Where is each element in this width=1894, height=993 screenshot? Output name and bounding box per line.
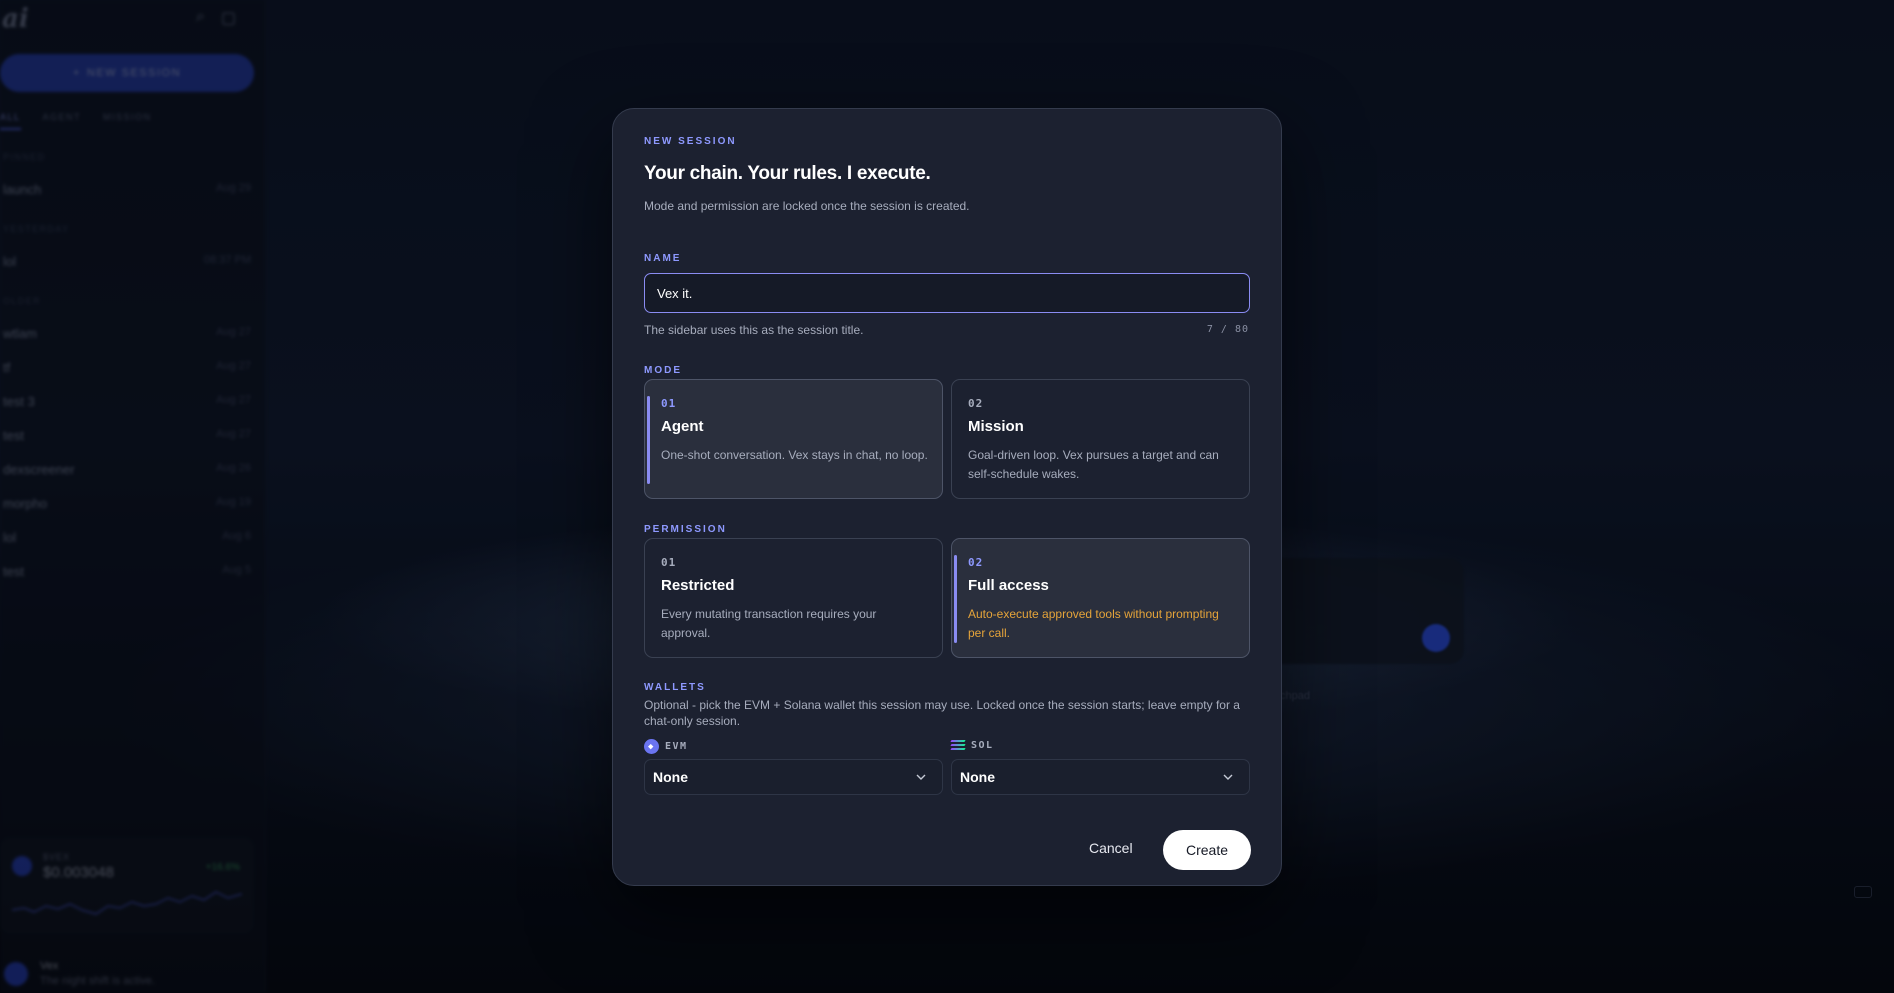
option-title: Full access [968,577,1049,594]
name-char-count: 7 / 80 [1206,324,1249,335]
option-description: Goal-driven loop. Vex pursues a target a… [968,448,1219,481]
option-title: Agent [661,418,704,435]
permission-label: PERMISSION [644,524,727,535]
ethereum-icon: ◆ [644,739,659,754]
permission-option-full-access[interactable]: 02 Full access Auto-execute approved too… [951,538,1250,658]
mode-option-mission[interactable]: 02 Mission Goal-driven loop. Vex pursues… [951,379,1250,499]
sol-wallet-select[interactable]: None [951,759,1250,795]
chevron-down-icon [916,774,926,780]
wallets-label: WALLETS [644,682,706,693]
modal-subtitle: Mode and permission are locked once the … [644,199,970,213]
option-title: Restricted [661,577,735,594]
modal-title: Your chain. Your rules. I execute. [644,163,931,184]
create-button[interactable]: Create [1163,830,1251,870]
session-name-input[interactable] [644,273,1250,313]
name-label: NAME [644,253,682,264]
wallets-help-text: Optional - pick the EVM + Solana wallet … [644,698,1240,728]
sol-wallet-label: SOL [950,739,994,751]
new-session-modal: NEW SESSION Your chain. Your rules. I ex… [612,108,1282,886]
selected-indicator [647,396,650,484]
option-warning-description: Auto-execute approved tools without prom… [968,607,1219,640]
option-title: Mission [968,418,1024,435]
chevron-down-icon [1223,774,1233,780]
selected-indicator [954,555,957,643]
cancel-button[interactable]: Cancel [1089,840,1133,856]
modal-eyebrow: NEW SESSION [644,136,737,147]
option-description: One-shot conversation. Vex stays in chat… [661,448,928,462]
permission-option-restricted[interactable]: 01 Restricted Every mutating transaction… [644,538,943,658]
evm-wallet-label: ◆ EVM [644,739,688,754]
option-description: Every mutating transaction requires your… [661,607,877,640]
name-help-text: The sidebar uses this as the session tit… [644,323,864,337]
solana-icon [950,739,966,751]
mode-option-agent[interactable]: 01 Agent One-shot conversation. Vex stay… [644,379,943,499]
mode-label: MODE [644,365,682,376]
evm-wallet-select[interactable]: None [644,759,943,795]
